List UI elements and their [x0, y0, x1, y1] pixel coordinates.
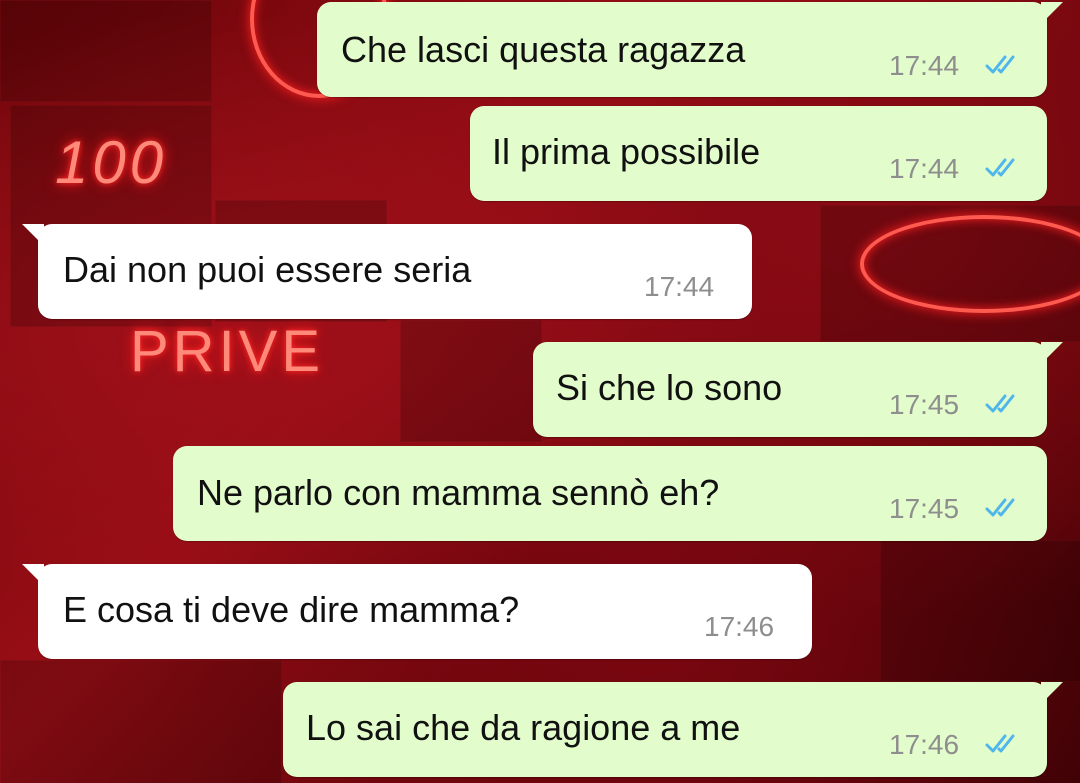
read-double-check-icon — [985, 394, 1015, 413]
message-bubble-outgoing[interactable]: Ne parlo con mamma sennò eh? 17:45 — [173, 446, 1047, 541]
message-text: Che lasci questa ragazza — [341, 29, 746, 70]
neon-sign-prive: PRIVE — [130, 319, 325, 384]
message-bubble-outgoing[interactable]: Si che lo sono 17:45 — [533, 342, 1063, 437]
wallpaper-tile — [400, 320, 542, 442]
message-text: Dai non puoi essere seria — [63, 249, 472, 290]
message-time: 17:44 — [644, 271, 715, 302]
read-double-check-icon — [985, 158, 1015, 177]
wallpaper-tile — [0, 660, 282, 783]
bubble-tail — [1041, 2, 1063, 24]
neon-sign-100: 100 — [55, 129, 168, 196]
wallpaper-tile — [0, 0, 212, 102]
message-time: 17:45 — [889, 389, 960, 420]
message-text: Lo sai che da ragione a me — [306, 707, 741, 748]
message-time: 17:44 — [889, 50, 960, 81]
read-double-check-icon — [985, 734, 1015, 753]
message-time: 17:46 — [889, 729, 960, 760]
message-bubble-outgoing[interactable]: Il prima possibile 17:44 — [470, 106, 1047, 201]
bubble-tail — [1041, 682, 1063, 704]
wallpaper-tile — [880, 540, 1080, 682]
read-double-check-icon — [985, 55, 1015, 74]
message-bubble-outgoing[interactable]: Che lasci questa ragazza 17:44 — [317, 2, 1063, 97]
bubble-tail — [1041, 342, 1063, 364]
message-bubble-outgoing[interactable]: Lo sai che da ragione a me 17:46 — [283, 682, 1063, 777]
message-time: 17:46 — [704, 611, 775, 642]
message-bubble-incoming[interactable]: E cosa ti deve dire mamma? 17:46 — [22, 564, 812, 659]
message-time: 17:45 — [889, 493, 960, 524]
message-text: E cosa ti deve dire mamma? — [63, 589, 520, 630]
message-bubble-incoming[interactable]: Dai non puoi essere seria 17:44 — [22, 224, 752, 319]
message-text: Si che lo sono — [556, 367, 783, 408]
message-text: Il prima possibile — [492, 131, 761, 172]
message-text: Ne parlo con mamma sennò eh? — [197, 472, 720, 513]
bubble-tail — [22, 564, 44, 586]
message-time: 17:44 — [889, 153, 960, 184]
read-double-check-icon — [985, 498, 1015, 517]
bubble-tail — [22, 224, 44, 246]
